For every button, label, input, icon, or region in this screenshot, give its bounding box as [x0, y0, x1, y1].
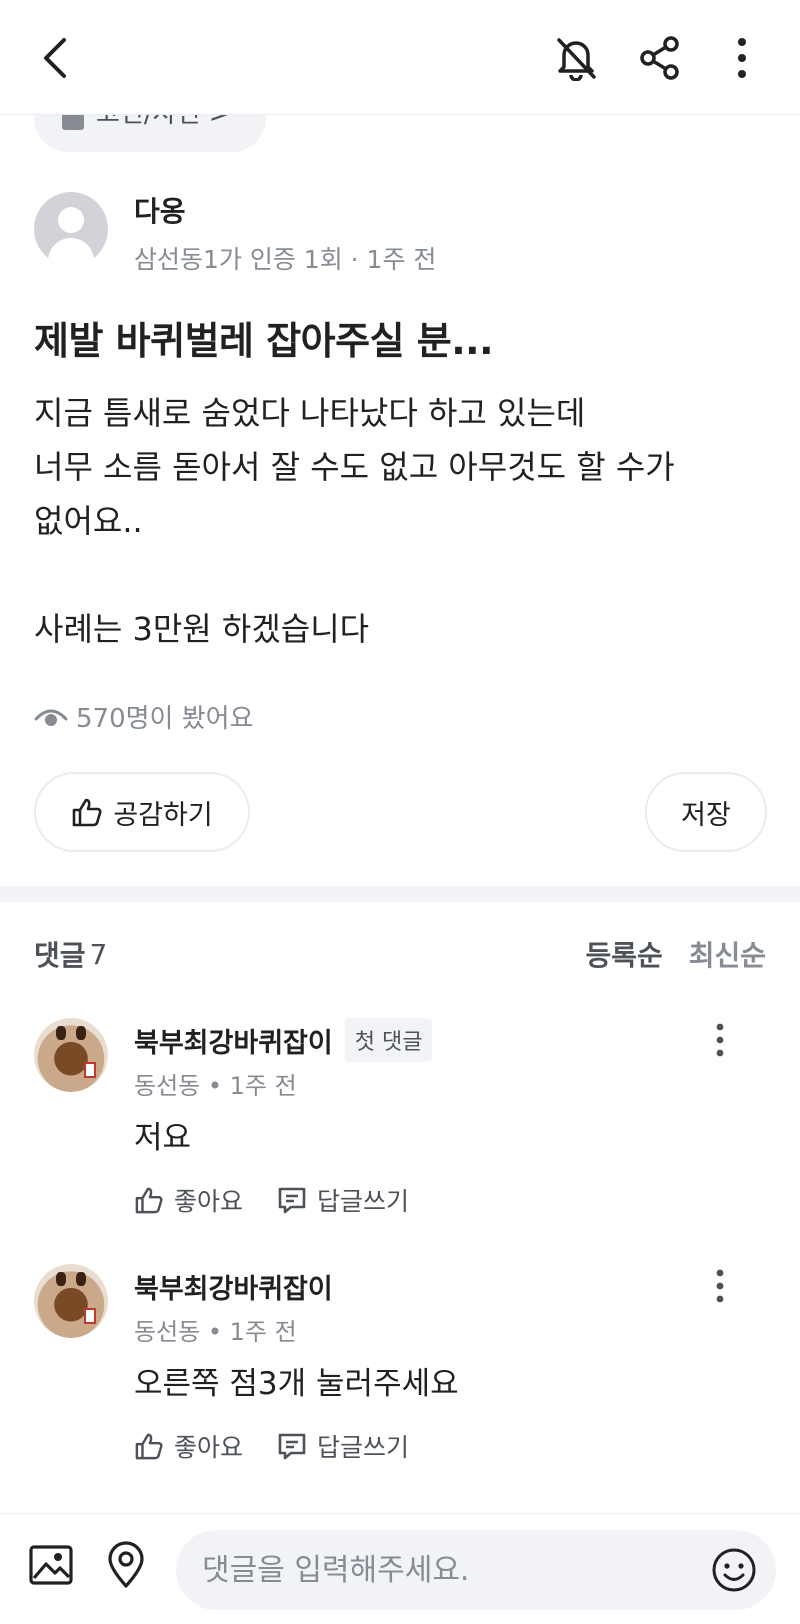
- section-divider: [0, 886, 800, 902]
- comments-count: 7: [89, 937, 108, 971]
- comment-input-container: [176, 1530, 776, 1610]
- gallery-icon: [29, 1545, 73, 1585]
- bell-off-icon: [557, 38, 596, 81]
- sort-latest-tab[interactable]: 최신순: [689, 934, 766, 974]
- thumbs-up-icon: [73, 798, 102, 827]
- comment-like-button[interactable]: 좋아요: [134, 1428, 243, 1464]
- comment-item: 북부최강바퀴잡이 동선동 • 1주 전 오른쪽 점3개 눌러주세요 좋아요 답글…: [34, 1264, 766, 1474]
- comment-meta: 동선동 • 1주 전: [134, 1072, 297, 1100]
- more-options-button[interactable]: [714, 30, 770, 86]
- commenter-name[interactable]: 북부최강바퀴잡이: [134, 1021, 333, 1060]
- top-bar: [0, 0, 800, 115]
- comment-meta: 동선동 • 1주 전: [134, 1318, 297, 1346]
- post-line: [34, 548, 675, 602]
- post-author[interactable]: 다옹 삼선동1가 인증 1회 · 1주 전: [34, 192, 436, 276]
- thumbs-up-icon: [135, 1187, 163, 1214]
- thumbs-up-icon: [135, 1433, 163, 1460]
- location-icon: [108, 1541, 144, 1588]
- sort-registered-tab[interactable]: 등록순: [585, 934, 662, 974]
- reply-icon: [278, 1433, 306, 1460]
- avatar-ear: [56, 1272, 66, 1286]
- comment-like-label: 좋아요: [174, 1187, 244, 1216]
- avatar-tag: [84, 1062, 96, 1078]
- commenter-row: 북부최강바퀴잡이 첫 댓글: [134, 1018, 433, 1062]
- comment-like-label: 좋아요: [174, 1433, 244, 1462]
- comment-actions: 좋아요 답글쓰기: [134, 1182, 409, 1218]
- post-content: 지금 틈새로 숨었다 나타났다 하고 있는데 너무 소름 돋아서 잘 수도 없고…: [34, 386, 675, 656]
- post-line: 지금 틈새로 숨었다 나타났다 하고 있는데: [34, 394, 586, 432]
- avatar-body: [48, 238, 94, 266]
- location-button[interactable]: [102, 1540, 150, 1590]
- comment-item: 북부최강바퀴잡이 첫 댓글 동선동 • 1주 전 저요 좋아요 답글쓰기: [34, 1018, 766, 1228]
- comment-actions: 좋아요 답글쓰기: [134, 1428, 409, 1464]
- comment-reply-label: 답글쓰기: [317, 1433, 410, 1462]
- author-info: 삼선동1가 인증 1회 · 1주 전: [134, 245, 437, 274]
- avatar-head: [58, 207, 84, 233]
- eye-icon: [34, 709, 68, 726]
- comment-more-button[interactable]: [700, 1020, 740, 1060]
- like-button[interactable]: 공감하기: [34, 772, 250, 852]
- reply-icon: [278, 1187, 306, 1214]
- avatar-ear: [76, 1026, 86, 1040]
- share-button[interactable]: [632, 30, 688, 86]
- more-vertical-icon: [716, 1269, 724, 1303]
- comments-header: 댓글 7 등록순 최신순: [34, 934, 766, 974]
- like-label: 공감하기: [113, 799, 213, 831]
- avatar-ear: [76, 1272, 86, 1286]
- avatar[interactable]: [34, 192, 108, 266]
- comment-text: 오른쪽 점3개 눌러주세요: [134, 1366, 459, 1402]
- emoji-icon[interactable]: [710, 1546, 758, 1594]
- post-title: 제발 바퀴벌레 잡아주실 분...: [34, 319, 494, 363]
- commenter-avatar[interactable]: [34, 1264, 108, 1338]
- author-meta: 다옹 삼선동1가 인증 1회 · 1주 전: [134, 192, 436, 276]
- avatar-tag: [84, 1308, 96, 1324]
- gallery-button[interactable]: [28, 1542, 74, 1588]
- comment-sort: 등록순 최신순: [585, 934, 766, 974]
- view-count: 570명이 봤어요: [34, 698, 254, 735]
- commenter-row: 북부최강바퀴잡이: [134, 1264, 333, 1308]
- save-button[interactable]: 저장: [645, 772, 767, 852]
- back-button[interactable]: [28, 30, 84, 86]
- more-vertical-icon: [716, 1023, 724, 1057]
- comment-more-button[interactable]: [700, 1266, 740, 1306]
- comment-reply-button[interactable]: 답글쓰기: [277, 1182, 409, 1218]
- save-label: 저장: [681, 799, 731, 831]
- more-vertical-icon: [738, 38, 746, 78]
- comment-text: 저요: [134, 1120, 192, 1156]
- comment-reply-label: 답글쓰기: [317, 1187, 410, 1216]
- comment-input-bar: [0, 1513, 800, 1624]
- commenter-avatar[interactable]: [34, 1018, 108, 1092]
- post-line: 없어요..: [34, 502, 143, 540]
- comments-label: 댓글: [34, 939, 86, 972]
- post-line: 너무 소름 돋아서 잘 수도 없고 아무것도 할 수가: [34, 448, 675, 486]
- avatar-ear: [56, 1026, 66, 1040]
- comment-reply-button[interactable]: 답글쓰기: [277, 1428, 409, 1464]
- back-icon: [44, 38, 66, 78]
- view-count-text: 570명이 봤어요: [76, 704, 254, 734]
- post-line: 사례는 3만원 하겠습니다: [34, 610, 370, 648]
- commenter-name[interactable]: 북부최강바퀴잡이: [134, 1267, 333, 1306]
- first-comment-badge: 첫 댓글: [344, 1018, 433, 1062]
- author-name: 다옹: [134, 195, 186, 228]
- comment-input[interactable]: [176, 1552, 710, 1588]
- share-icon: [640, 36, 679, 80]
- comment-like-button[interactable]: 좋아요: [134, 1182, 243, 1218]
- notification-off-button[interactable]: [548, 30, 604, 86]
